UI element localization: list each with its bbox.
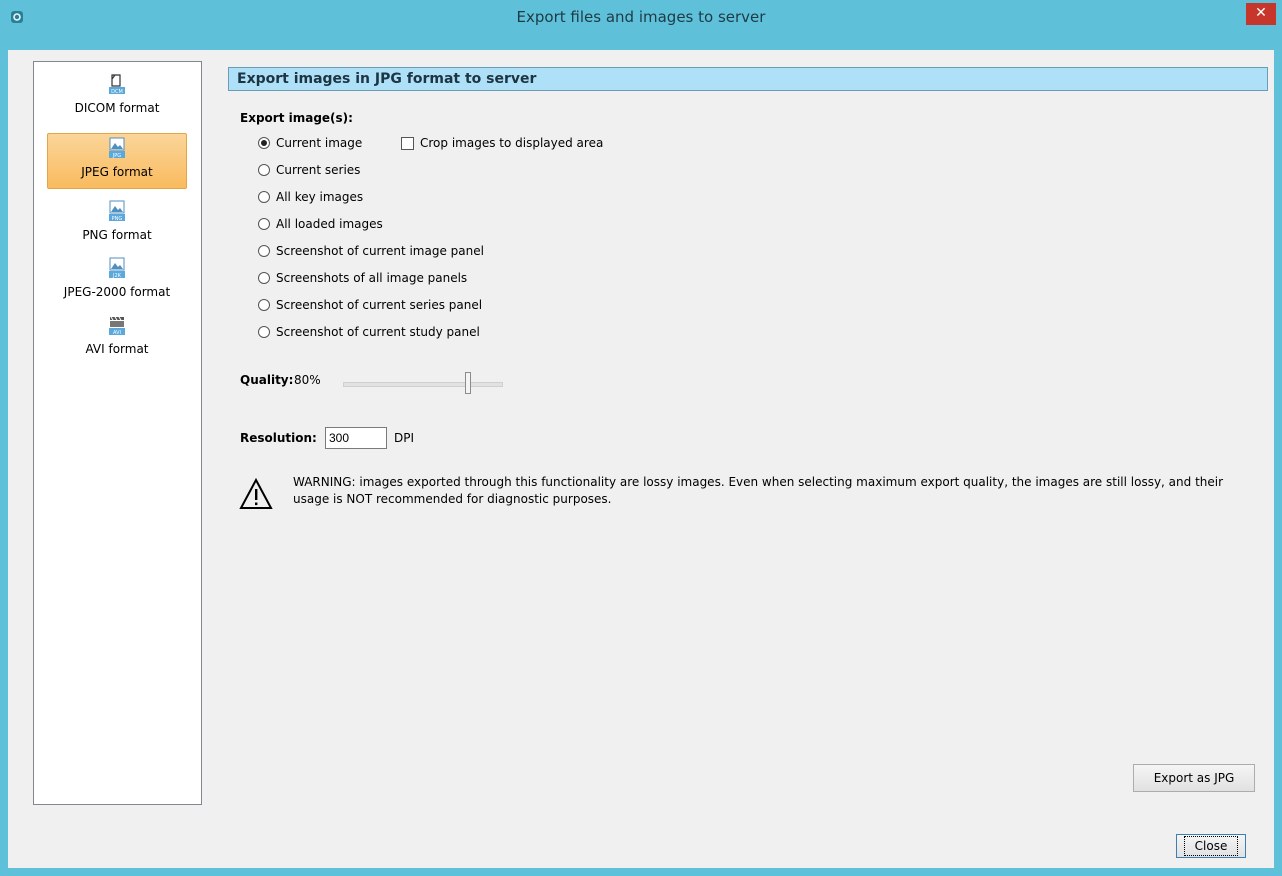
quality-slider[interactable] [343, 370, 503, 398]
radio-label: Screenshot of current study panel [276, 325, 480, 339]
format-item-label: DICOM format [74, 101, 160, 115]
radio-label: Screenshot of current image panel [276, 244, 484, 258]
radio-button[interactable] [258, 218, 270, 230]
dcm-file-icon: DCM [109, 74, 125, 95]
format-item-label: PNG format [82, 228, 152, 242]
title-bar[interactable]: Export files and images to server ✕ [0, 0, 1282, 34]
window-title: Export files and images to server [516, 8, 766, 26]
format-item-label: AVI format [85, 342, 149, 356]
radio-screenshot-study-panel[interactable]: Screenshot of current study panel [258, 323, 480, 341]
slider-thumb[interactable] [465, 372, 471, 394]
quality-label: Quality: [240, 373, 294, 387]
j2k-image-icon: J2K [109, 257, 125, 279]
radio-label: Current image [276, 136, 363, 150]
avi-film-icon: AVI [109, 316, 125, 336]
radio-screenshot-image-panel[interactable]: Screenshot of current image panel [258, 242, 484, 260]
dialog-body: DCM DICOM format JPG JPEG format PNG PNG… [8, 50, 1274, 868]
svg-text:J2K: J2K [112, 273, 122, 279]
svg-text:DCM: DCM [111, 89, 123, 95]
slider-track [343, 382, 503, 387]
svg-text:PNG: PNG [112, 216, 123, 222]
radio-button[interactable] [258, 137, 270, 149]
checkbox[interactable] [401, 136, 414, 150]
radio-button[interactable] [258, 245, 270, 257]
resolution-unit: DPI [394, 431, 415, 445]
export-as-jpg-button[interactable]: Export as JPG [1133, 764, 1255, 792]
quality-value: 80% [294, 373, 321, 387]
resolution-label: Resolution: [240, 431, 317, 445]
format-item-jpeg[interactable]: JPG JPEG format [47, 133, 187, 189]
radio-current-image[interactable]: Current image [258, 134, 362, 152]
close-button[interactable]: Close [1176, 834, 1246, 858]
radio-button[interactable] [258, 272, 270, 284]
section-header: Export images in JPG format to server [228, 67, 1268, 91]
radio-label: Current series [276, 163, 361, 177]
radio-current-series[interactable]: Current series [258, 161, 360, 179]
format-item-label: JPEG-2000 format [63, 285, 171, 299]
window-close-button[interactable]: ✕ [1246, 3, 1276, 25]
format-item-avi[interactable]: AVI AVI format [47, 311, 187, 367]
radio-button[interactable] [258, 164, 270, 176]
svg-text:AVI: AVI [113, 330, 121, 336]
resolution-input[interactable] [325, 427, 387, 449]
svg-text:JPG: JPG [112, 153, 121, 159]
radio-label: All loaded images [276, 217, 383, 231]
radio-all-loaded-images[interactable]: All loaded images [258, 215, 383, 233]
jpg-image-icon: JPG [109, 137, 125, 159]
radio-label: Screenshot of current series panel [276, 298, 483, 312]
lossy-warning-text: WARNING: images exported through this fu… [293, 475, 1224, 506]
radio-screenshots-all-panels[interactable]: Screenshots of all image panels [258, 269, 467, 287]
radio-button[interactable] [258, 299, 270, 311]
section-title: Export images in JPG format to server [237, 71, 537, 87]
export-images-label: Export image(s): [240, 111, 353, 125]
crop-images-checkbox[interactable]: Crop images to displayed area [401, 134, 603, 152]
radio-all-key-images[interactable]: All key images [258, 188, 363, 206]
format-item-jpeg2000[interactable]: J2K JPEG-2000 format [47, 254, 187, 310]
export-dialog-window: Export files and images to server ✕ DCM … [0, 0, 1282, 876]
close-button-label: Close [1183, 836, 1239, 856]
checkbox-label: Crop images to displayed area [420, 136, 604, 150]
format-item-label: JPEG format [81, 165, 153, 179]
format-item-png[interactable]: PNG PNG format [47, 197, 187, 253]
radio-button[interactable] [258, 191, 270, 203]
format-list: DCM DICOM format JPG JPEG format PNG PNG… [33, 61, 202, 805]
format-item-dicom[interactable]: DCM DICOM format [47, 70, 187, 126]
radio-screenshot-series-panel[interactable]: Screenshot of current series panel [258, 296, 482, 314]
radio-button[interactable] [258, 326, 270, 338]
png-image-icon: PNG [109, 200, 125, 222]
warning-icon [239, 478, 273, 509]
radio-label: All key images [276, 190, 364, 204]
radio-label: Screenshots of all image panels [276, 271, 468, 285]
